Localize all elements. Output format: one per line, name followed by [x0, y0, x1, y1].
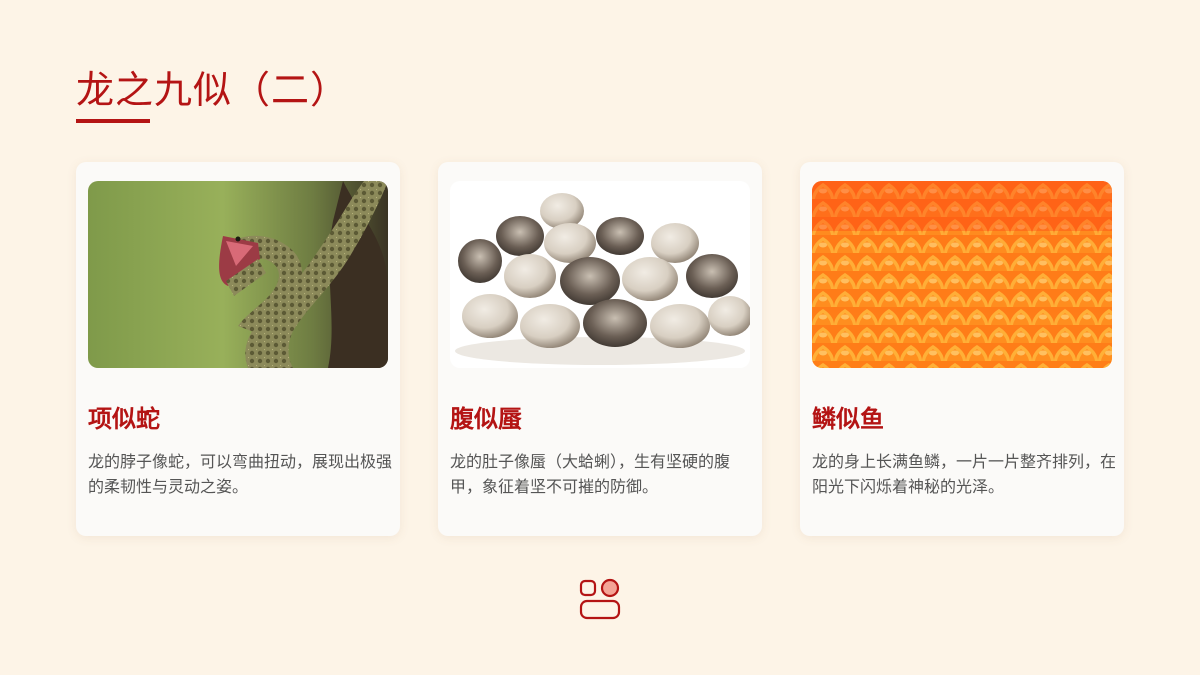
card-clam: 腹似蜃 龙的肚子像蜃（大蛤蜊），生有坚硬的腹甲，象征着坚不可摧的防御。: [438, 162, 762, 536]
page-title: 龙之九似（二）: [76, 68, 350, 112]
snake-image: [88, 181, 388, 368]
card-text: 龙的肚子像蜃（大蛤蜊），生有坚硬的腹甲，象征着坚不可摧的防御。: [450, 452, 731, 496]
layout-icon: [578, 578, 622, 622]
title-underline: [76, 119, 150, 123]
card-fish: 鳞似鱼 龙的身上长满鱼鳞，一片一片整齐排列，在阳光下闪烁着神秘的光泽。: [800, 162, 1124, 536]
card-heading: 腹似蜃: [450, 404, 522, 433]
card-text: 龙的身上长满鱼鳞，一片一片整齐排列，在阳光下闪烁着神秘的光泽。: [812, 452, 1117, 496]
card-snake: 项似蛇 龙的脖子像蛇，可以弯曲扭动，展现出极强的柔韧性与灵动之姿。: [76, 162, 400, 536]
card-text: 龙的脖子像蛇，可以弯曲扭动，展现出极强的柔韧性与灵动之姿。: [88, 452, 393, 496]
card-heading: 项似蛇: [88, 404, 160, 433]
card-heading: 鳞似鱼: [812, 404, 884, 433]
fish-scales-image: [812, 181, 1112, 368]
clams-image: [450, 181, 750, 368]
